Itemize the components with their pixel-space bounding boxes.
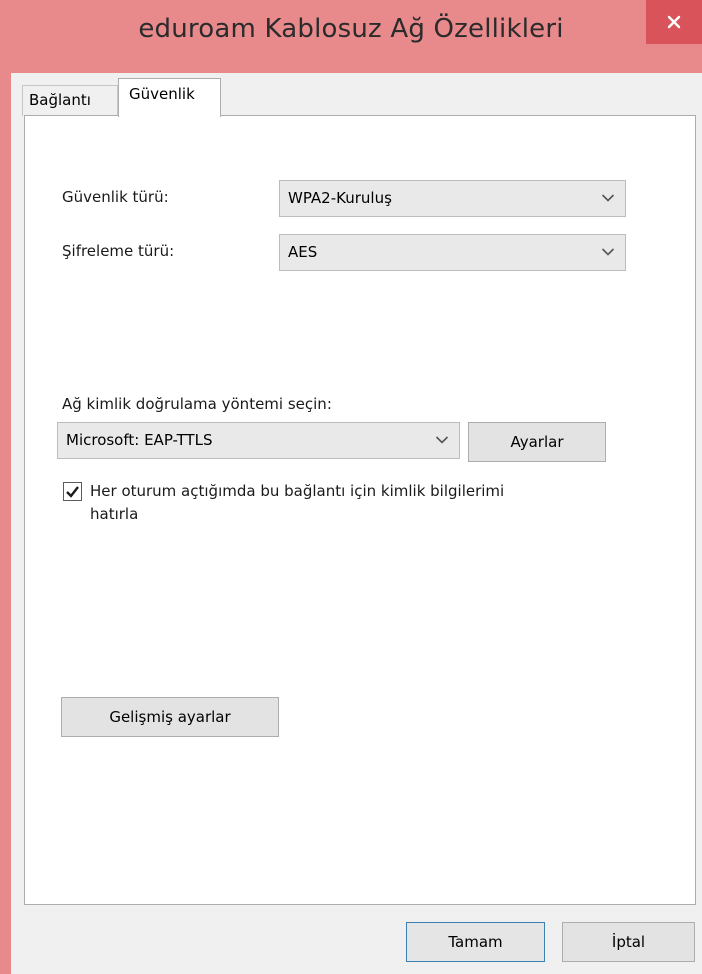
window-title: eduroam Kablosuz Ağ Özellikleri	[138, 14, 564, 44]
chevron-down-icon	[435, 436, 449, 444]
auth-method-label: Ağ kimlik doğrulama yöntemi seçin:	[62, 395, 332, 413]
encryption-type-select[interactable]: AES	[279, 234, 626, 271]
advanced-settings-button[interactable]: Gelişmiş ayarlar	[61, 697, 279, 737]
tab-guvenlik[interactable]: Güvenlik	[118, 78, 221, 117]
chevron-down-icon	[601, 194, 615, 202]
auth-method-value: Microsoft: EAP-TTLS	[66, 431, 213, 449]
remember-credentials-checkbox[interactable]	[63, 482, 82, 501]
ok-button[interactable]: Tamam	[406, 922, 545, 962]
tab-baglanti[interactable]: Bağlantı	[22, 85, 118, 116]
chevron-down-icon	[601, 248, 615, 256]
close-icon	[667, 15, 681, 29]
security-type-label: Güvenlik türü:	[62, 188, 169, 206]
remember-credentials-label[interactable]: Her oturum açtığımda bu bağlantı için ki…	[90, 480, 520, 526]
cancel-button[interactable]: İptal	[562, 922, 695, 962]
close-button[interactable]	[646, 0, 702, 44]
security-type-value: WPA2-Kuruluş	[288, 189, 392, 207]
checkmark-icon	[66, 486, 79, 498]
encryption-type-label: Şifreleme türü:	[62, 242, 175, 260]
security-type-select[interactable]: WPA2-Kuruluş	[279, 180, 626, 217]
encryption-type-value: AES	[288, 243, 318, 261]
auth-settings-button[interactable]: Ayarlar	[468, 422, 606, 462]
title-bar[interactable]: eduroam Kablosuz Ağ Özellikleri	[0, 0, 702, 73]
window-frame	[0, 0, 11, 974]
auth-method-select[interactable]: Microsoft: EAP-TTLS	[57, 422, 460, 459]
